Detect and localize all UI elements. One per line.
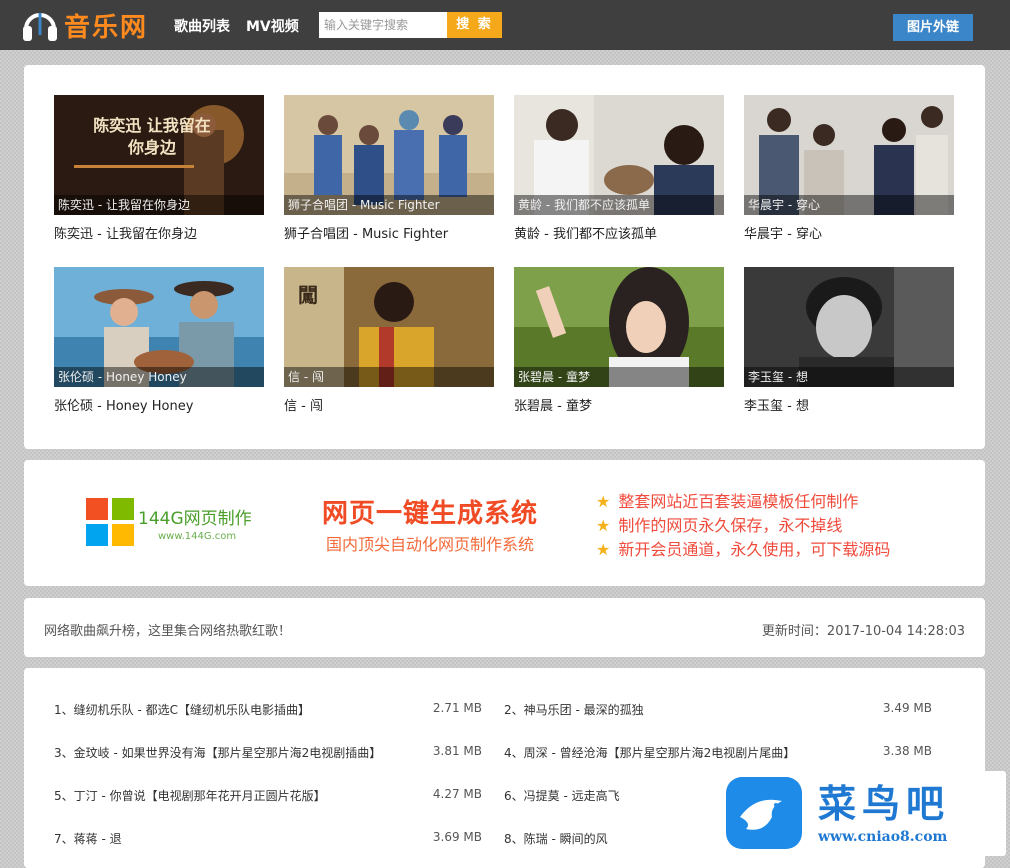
video-title[interactable]: 狮子合唱团 - Music Fighter [284, 223, 448, 242]
video-caption: 狮子合唱团 - Music Fighter [284, 195, 494, 215]
update-time: 更新时间：2017-10-04 14:28:03 [761, 624, 965, 639]
star-icon: ★ [596, 516, 611, 535]
poster-text: 闖 [298, 283, 318, 307]
song-item[interactable]: 3、金玟岐 - 如果世界没有海【那片星空那片海2电视剧插曲】 [54, 744, 381, 761]
video-thumbnail: 陈奕迅 让我留在你身边 陈奕迅 - 让我留在你身边 [54, 95, 264, 215]
mv-grid-panel: 陈奕迅 让我留在你身边 陈奕迅 - 让我留在你身边 陈奕迅 - 让我留在你身边 … [24, 65, 985, 449]
video-title[interactable]: 李玉玺 - 想 [744, 395, 809, 414]
song-size: 4.27 MB [432, 787, 482, 801]
top-bar: 音乐网 歌曲列表 MV视频 搜 索 图片外链 [0, 0, 1010, 50]
song-item[interactable]: 2、神马乐团 - 最深的孤独 [504, 701, 644, 718]
video-caption: 张碧晨 - 童梦 [514, 367, 724, 387]
promo-title: 网页一键生成系统 [322, 499, 539, 529]
headphones-icon [23, 13, 57, 41]
star-icon: ★ [596, 540, 611, 559]
poster-text: 陈奕迅 让我留在你身边 [93, 116, 211, 157]
video-thumbnail: 闖 信 - 闯 [284, 267, 494, 387]
song-size: 2.71 MB [432, 701, 482, 715]
video-title[interactable]: 华晨宇 - 穿心 [744, 223, 822, 242]
nav-mv-videos[interactable]: MV视频 [246, 16, 299, 36]
song-item[interactable]: 7、蒋蒋 - 退 [54, 830, 122, 847]
video-caption: 华晨宇 - 穿心 [744, 195, 954, 215]
logo-text: 音乐网 [64, 13, 149, 43]
promo-feature: ★ 新开会员通道，永久使用，可下载源码 [596, 540, 891, 559]
video-title[interactable]: 黄龄 - 我们都不应该孤单 [514, 223, 657, 242]
watermark-text: 菜鸟吧 [818, 781, 951, 826]
brand-name: 144G网页制作 [138, 509, 252, 529]
nav-song-list[interactable]: 歌曲列表 [174, 16, 230, 36]
chart-description: 网络歌曲飙升榜，这里集合网络热歌红歌！ [44, 624, 292, 639]
brand-url: www.144G.com [158, 531, 237, 542]
song-size: 3.38 MB [882, 744, 932, 758]
image-link-button[interactable]: 图片外链 [893, 14, 973, 41]
song-item[interactable]: 1、缝纫机乐队 - 都选C【缝纫机乐队电影插曲】 [54, 701, 310, 718]
search-button[interactable]: 搜 索 [447, 12, 502, 38]
watermark: 菜鸟吧 www.cniao8.com [718, 771, 1006, 856]
watermark-url: www.cniao8.com [818, 829, 948, 845]
song-item[interactable]: 5、丁汀 - 你曾说【电视剧那年花开月正圆片花版】 [54, 787, 326, 804]
video-title[interactable]: 信 - 闯 [284, 395, 323, 414]
promo-feature: ★ 制作的网页永久保存，永不掉线 [596, 516, 843, 535]
video-caption: 黄龄 - 我们都不应该孤单 [514, 195, 724, 215]
chart-info-bar: 网络歌曲飙升榜，这里集合网络热歌红歌！ 更新时间：2017-10-04 14:2… [24, 598, 985, 657]
star-icon: ★ [596, 492, 611, 511]
song-size: 3.81 MB [432, 744, 482, 758]
video-title[interactable]: 张碧晨 - 童梦 [514, 395, 592, 414]
video-thumbnail: 黄龄 - 我们都不应该孤单 [514, 95, 724, 215]
video-title[interactable]: 张伦硕 - Honey Honey [54, 395, 193, 414]
promo-feature: ★ 整套网站近百套装逼模板任何制作 [596, 492, 859, 511]
video-caption: 陈奕迅 - 让我留在你身边 [54, 195, 264, 215]
promo-banner[interactable]: 144G网页制作 www.144G.com 网页一键生成系统 国内顶尖自动化网页… [24, 460, 985, 586]
promo-subtitle: 国内顶尖自动化网页制作系统 [326, 535, 535, 554]
windows-logo-icon [86, 498, 134, 546]
video-title[interactable]: 陈奕迅 - 让我留在你身边 [54, 223, 197, 242]
video-thumbnail: 狮子合唱团 - Music Fighter [284, 95, 494, 215]
video-thumbnail: 华晨宇 - 穿心 [744, 95, 954, 215]
song-item[interactable]: 4、周深 - 曾经沧海【那片星空那片海2电视剧片尾曲】 [504, 744, 795, 761]
video-caption: 张伦硕 - Honey Honey [54, 367, 264, 387]
search-input[interactable] [319, 12, 447, 38]
video-thumbnail: 张伦硕 - Honey Honey [54, 267, 264, 387]
video-caption: 信 - 闯 [284, 367, 494, 387]
song-item[interactable]: 6、冯提莫 - 远走高飞 [504, 787, 620, 804]
song-size: 3.49 MB [882, 701, 932, 715]
song-size: 3.69 MB [432, 830, 482, 844]
song-item[interactable]: 8、陈瑞 - 瞬间的风 [504, 830, 608, 847]
site-logo[interactable]: 音乐网 [22, 5, 172, 45]
video-thumbnail: 李玉玺 - 想 [744, 267, 954, 387]
video-thumbnail: 张碧晨 - 童梦 [514, 267, 724, 387]
bird-logo-icon [726, 777, 802, 849]
video-caption: 李玉玺 - 想 [744, 367, 954, 387]
